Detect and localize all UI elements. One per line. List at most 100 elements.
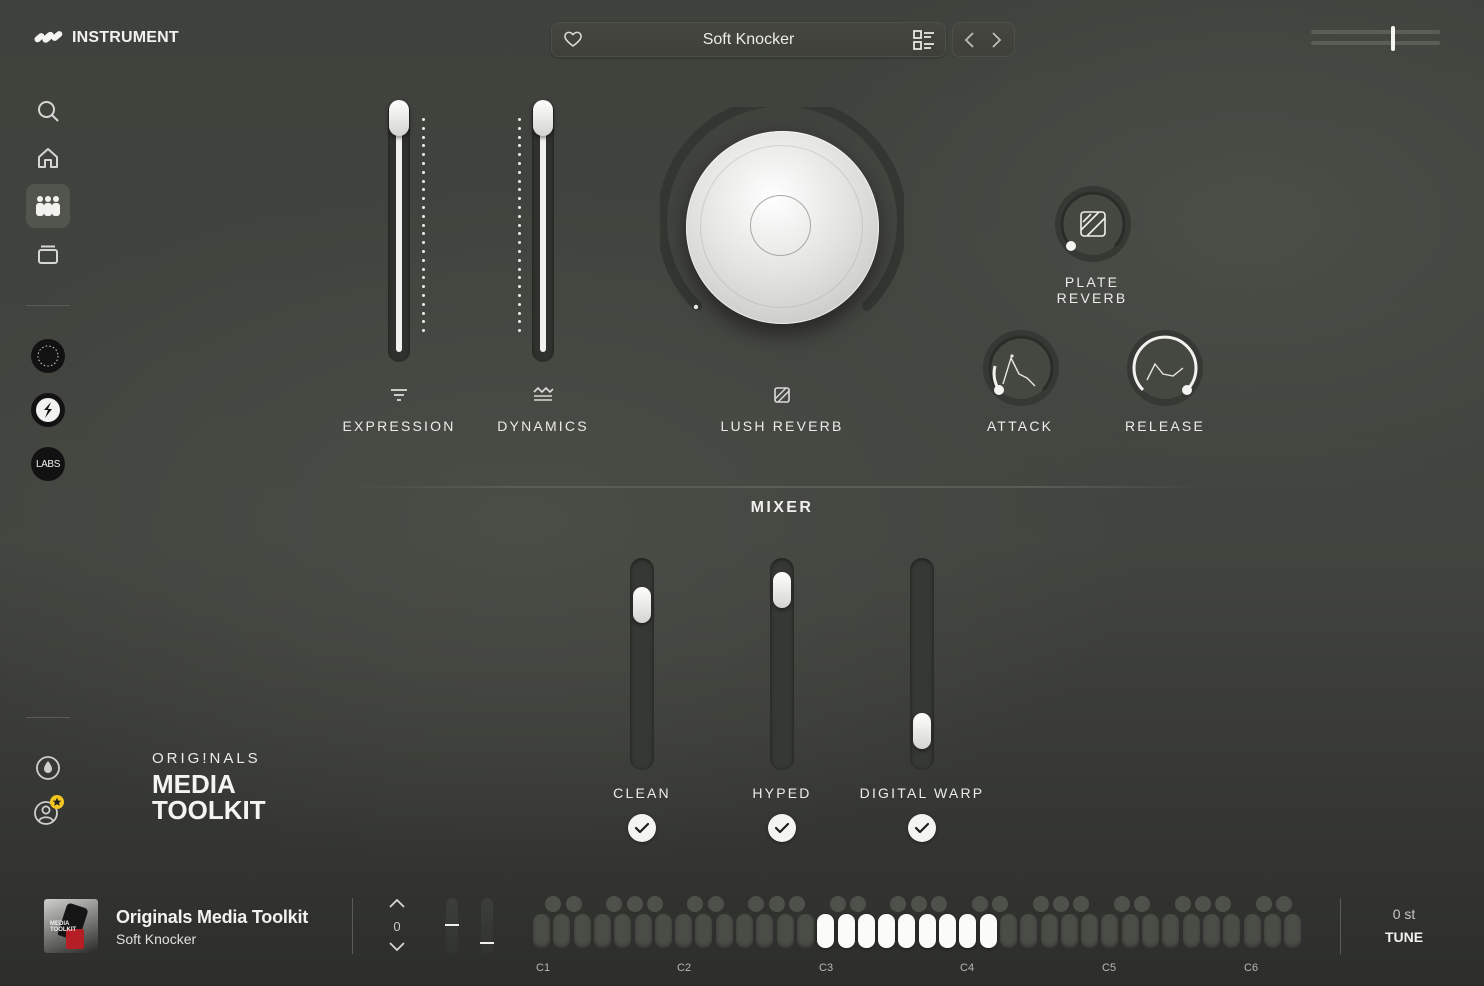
black-key[interactable] [971, 896, 988, 912]
mod-wheel[interactable] [480, 898, 494, 954]
white-key[interactable] [999, 914, 1017, 948]
drop-icon[interactable] [31, 751, 65, 785]
white-key[interactable] [837, 914, 855, 948]
white-key[interactable] [695, 914, 713, 948]
black-key[interactable] [1276, 896, 1293, 912]
white-key[interactable] [776, 914, 794, 948]
dynamics-slider[interactable] [532, 100, 554, 362]
search-icon[interactable] [31, 94, 65, 128]
black-key[interactable] [768, 896, 785, 912]
mixer-hyped-toggle[interactable] [768, 814, 796, 842]
white-key[interactable] [939, 914, 956, 948]
white-key[interactable] [614, 914, 632, 948]
white-key[interactable] [918, 914, 936, 948]
spitfire-logo-icon[interactable] [31, 393, 65, 427]
black-key[interactable] [1255, 896, 1272, 912]
black-key[interactable] [890, 896, 907, 912]
white-key[interactable] [1121, 914, 1139, 948]
white-key[interactable] [1020, 914, 1038, 948]
tune-control[interactable]: 0 st TUNE [1368, 906, 1440, 945]
keyboard[interactable] [531, 896, 1306, 954]
white-key[interactable] [675, 914, 693, 948]
chevron-right-icon[interactable] [989, 31, 1003, 49]
white-key[interactable] [857, 914, 875, 948]
expression-thumb[interactable] [389, 100, 409, 136]
dynamics-thumb[interactable] [533, 100, 553, 136]
black-key[interactable] [1134, 896, 1150, 912]
instruments-icon[interactable] [26, 184, 70, 228]
chevron-left-icon[interactable] [963, 31, 977, 49]
black-key[interactable] [1215, 896, 1232, 912]
black-key[interactable] [829, 896, 846, 912]
preset-list-icon[interactable] [913, 30, 935, 50]
white-key[interactable] [736, 914, 753, 948]
black-key[interactable] [1194, 896, 1211, 912]
black-key[interactable] [687, 896, 704, 912]
black-key[interactable] [991, 896, 1008, 912]
white-key[interactable] [533, 914, 550, 948]
mixer-digital-warp-thumb[interactable] [913, 713, 931, 750]
black-key[interactable] [707, 896, 724, 912]
master-volume-thumb[interactable] [1391, 26, 1395, 51]
home-icon[interactable] [31, 141, 65, 175]
expression-slider[interactable] [388, 100, 410, 362]
black-key[interactable] [565, 896, 582, 912]
white-key[interactable] [898, 914, 916, 948]
pitch-wheel[interactable] [445, 898, 459, 954]
white-key[interactable] [1101, 914, 1119, 948]
white-key[interactable] [1243, 914, 1261, 948]
black-key[interactable] [626, 896, 643, 912]
white-key[interactable] [1284, 914, 1302, 948]
white-key[interactable] [1162, 914, 1180, 948]
mixer-hyped-fader[interactable] [770, 558, 794, 770]
white-key[interactable] [1040, 914, 1058, 948]
white-key[interactable] [979, 914, 997, 948]
mixer-hyped-thumb[interactable] [773, 572, 791, 609]
white-key[interactable] [1142, 914, 1159, 948]
attack-knob[interactable] [981, 328, 1061, 408]
black-key[interactable] [606, 896, 623, 912]
master-volume-slider[interactable] [1311, 26, 1440, 51]
white-key[interactable] [553, 914, 571, 948]
black-key[interactable] [1174, 896, 1191, 912]
white-key[interactable] [1182, 914, 1200, 948]
white-key[interactable] [796, 914, 814, 948]
white-key[interactable] [756, 914, 774, 948]
white-key[interactable] [878, 914, 896, 948]
black-key[interactable] [1032, 896, 1049, 912]
white-key[interactable] [959, 914, 977, 948]
white-key[interactable] [715, 914, 733, 948]
plate-reverb-knob[interactable] [1053, 184, 1133, 264]
black-key[interactable] [1113, 896, 1130, 912]
mixer-clean-thumb[interactable] [633, 587, 651, 624]
white-key[interactable] [1223, 914, 1241, 948]
white-key[interactable] [817, 914, 835, 948]
mixer-digital-warp-toggle[interactable] [908, 814, 936, 842]
black-key[interactable] [646, 896, 663, 912]
black-key[interactable] [748, 896, 765, 912]
lush-reverb-knob[interactable] [686, 131, 879, 324]
white-key[interactable] [1202, 914, 1220, 948]
mixer-clean-fader[interactable] [630, 558, 654, 770]
white-key[interactable] [1081, 914, 1099, 948]
chevron-down-icon[interactable] [388, 941, 406, 953]
black-key[interactable] [931, 896, 947, 912]
chevron-up-icon[interactable] [388, 897, 406, 909]
white-key[interactable] [573, 914, 591, 948]
black-key[interactable] [545, 896, 562, 912]
white-key[interactable] [1263, 914, 1281, 948]
labs-icon[interactable]: LABS [31, 447, 65, 481]
black-key[interactable] [1073, 896, 1090, 912]
white-key[interactable] [593, 914, 611, 948]
white-key[interactable] [1060, 914, 1078, 948]
black-key[interactable] [849, 896, 866, 912]
release-knob[interactable] [1125, 328, 1205, 408]
stack-icon[interactable] [31, 237, 65, 271]
spitfire-originals-icon[interactable] [31, 339, 65, 373]
account-icon[interactable] [31, 795, 65, 829]
preset-name[interactable]: Soft Knocker [551, 31, 946, 49]
black-key[interactable] [1052, 896, 1069, 912]
mixer-digital-warp-fader[interactable] [910, 558, 934, 770]
black-key[interactable] [910, 896, 927, 912]
white-key[interactable] [654, 914, 672, 948]
